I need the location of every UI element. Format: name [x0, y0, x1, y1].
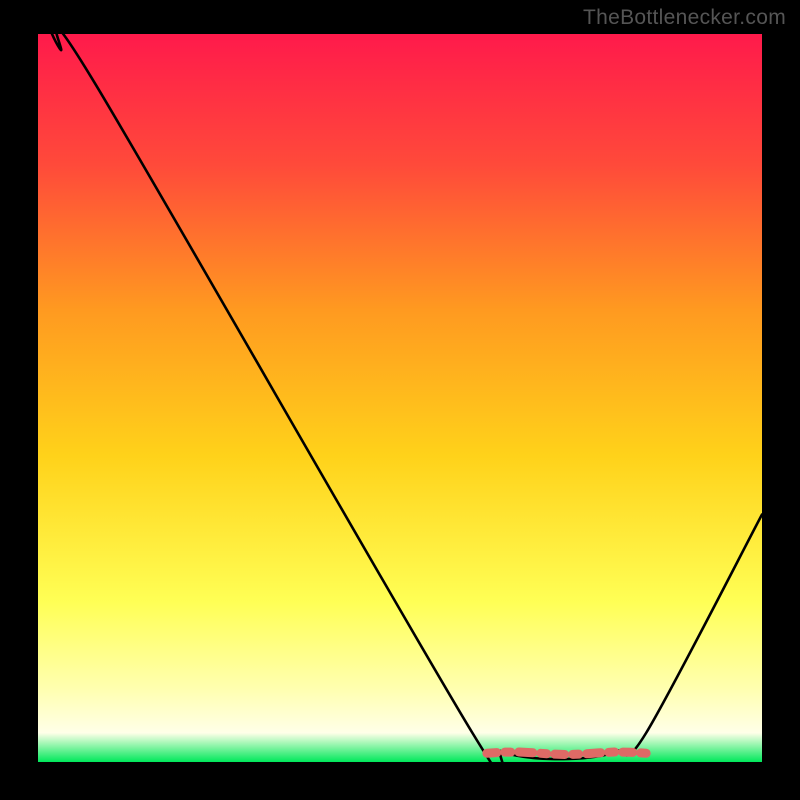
bottleneck-curve — [38, 34, 762, 762]
plot-area — [38, 34, 762, 762]
chart-frame: TheBottlenecker.com — [0, 0, 800, 800]
watermark-text: TheBottlenecker.com — [583, 6, 786, 30]
